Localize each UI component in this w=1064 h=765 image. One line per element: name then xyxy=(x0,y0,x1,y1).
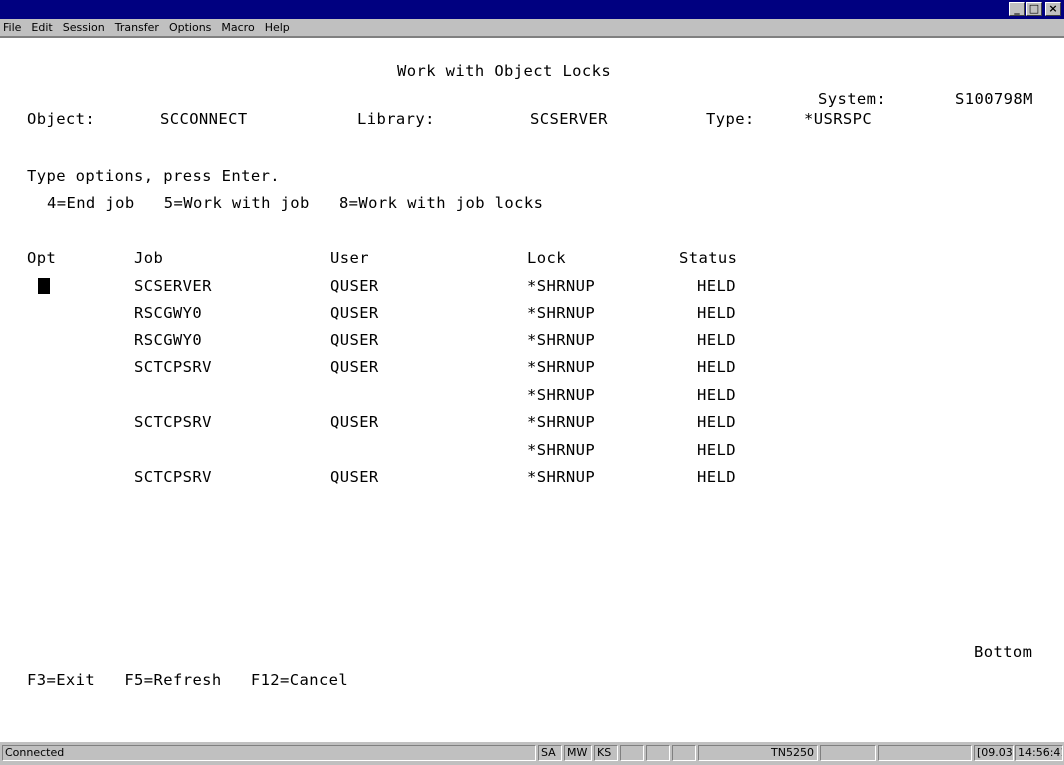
row-status: HELD xyxy=(697,386,736,404)
minimize-button[interactable]: _ xyxy=(1009,2,1025,16)
close-button[interactable]: × xyxy=(1045,2,1061,16)
row-lock: *SHRNUP xyxy=(527,468,596,486)
row-user: QUSER xyxy=(330,331,379,349)
object-value: SCCONNECT xyxy=(160,110,248,128)
indicator-sa: SA xyxy=(538,745,562,761)
status-bar: Connected SA MW KS TN5250 [09.03] 14:56:… xyxy=(0,741,1064,765)
row-user: QUSER xyxy=(330,304,379,322)
row-job: SCSERVER xyxy=(134,277,212,295)
row-user: QUSER xyxy=(330,468,379,486)
column-header-user: User xyxy=(330,249,369,267)
instructions-text: Type options, press Enter. xyxy=(27,167,281,185)
row-status: HELD xyxy=(697,468,736,486)
options-legend: 4=End job 5=Work with job 8=Work with jo… xyxy=(47,194,544,212)
maximize-button[interactable]: □ xyxy=(1026,2,1042,16)
row-job: RSCGWY0 xyxy=(134,304,203,322)
row-job: SCTCPSRV xyxy=(134,468,212,486)
row-lock: *SHRNUP xyxy=(527,413,596,431)
indicator-empty-5 xyxy=(878,745,972,761)
row-user: QUSER xyxy=(330,358,379,376)
row-lock: *SHRNUP xyxy=(527,386,596,404)
indicator-empty-1 xyxy=(620,745,644,761)
screen-title: Work with Object Locks xyxy=(397,62,612,80)
function-keys[interactable]: F3=Exit F5=Refresh F12=Cancel xyxy=(27,671,348,689)
library-label: Library: xyxy=(357,110,435,128)
column-header-lock: Lock xyxy=(527,249,566,267)
opt-input[interactable] xyxy=(30,331,60,349)
indicator-mw: MW xyxy=(564,745,592,761)
title-bar: _ □ × xyxy=(0,0,1064,19)
cursor-position: [09.03] xyxy=(974,745,1014,761)
system-label: System: xyxy=(818,90,887,108)
connection-status: Connected xyxy=(2,745,536,761)
column-header-opt: Opt xyxy=(27,249,57,267)
menu-session[interactable]: Session xyxy=(58,21,110,34)
row-job: SCTCPSRV xyxy=(134,413,212,431)
menu-help[interactable]: Help xyxy=(260,21,295,34)
row-user: QUSER xyxy=(330,413,379,431)
row-lock: *SHRNUP xyxy=(527,331,596,349)
opt-input[interactable] xyxy=(30,304,60,322)
type-value: *USRSPC xyxy=(804,110,873,128)
menu-transfer[interactable]: Transfer xyxy=(110,21,164,34)
opt-input-cursor[interactable] xyxy=(38,278,50,294)
column-header-job: Job xyxy=(134,249,164,267)
indicator-empty-3 xyxy=(672,745,696,761)
opt-input[interactable] xyxy=(30,413,60,431)
row-job: RSCGWY0 xyxy=(134,331,203,349)
type-label: Type: xyxy=(706,110,755,128)
menu-edit[interactable]: Edit xyxy=(26,21,57,34)
row-status: HELD xyxy=(697,277,736,295)
indicator-empty-4 xyxy=(820,745,876,761)
object-label: Object: xyxy=(27,110,96,128)
indicator-ks: KS xyxy=(594,745,618,761)
row-job: SCTCPSRV xyxy=(134,358,212,376)
row-status: HELD xyxy=(697,441,736,459)
column-header-status: Status xyxy=(679,249,738,267)
row-lock: *SHRNUP xyxy=(527,277,596,295)
row-lock: *SHRNUP xyxy=(527,441,596,459)
menu-file[interactable]: File xyxy=(0,21,26,34)
row-status: HELD xyxy=(697,331,736,349)
menu-bar: File Edit Session Transfer Options Macro… xyxy=(0,19,1064,37)
system-value: S100798M xyxy=(955,90,1033,108)
library-value: SCSERVER xyxy=(530,110,608,128)
menu-macro[interactable]: Macro xyxy=(216,21,259,34)
menu-options[interactable]: Options xyxy=(164,21,216,34)
indicator-empty-2 xyxy=(646,745,670,761)
row-status: HELD xyxy=(697,413,736,431)
opt-input[interactable] xyxy=(30,468,60,486)
terminal-screen[interactable]: Work with Object Locks System: S100798M … xyxy=(0,37,1064,741)
row-status: HELD xyxy=(697,304,736,322)
row-lock: *SHRNUP xyxy=(527,358,596,376)
window-controls: _ □ × xyxy=(1009,2,1061,16)
row-status: HELD xyxy=(697,358,736,376)
protocol-indicator: TN5250 xyxy=(698,745,818,761)
opt-input[interactable] xyxy=(30,358,60,376)
bottom-indicator: Bottom xyxy=(974,643,1033,661)
row-lock: *SHRNUP xyxy=(527,304,596,322)
clock: 14:56:41 xyxy=(1015,745,1063,761)
row-user: QUSER xyxy=(330,277,379,295)
